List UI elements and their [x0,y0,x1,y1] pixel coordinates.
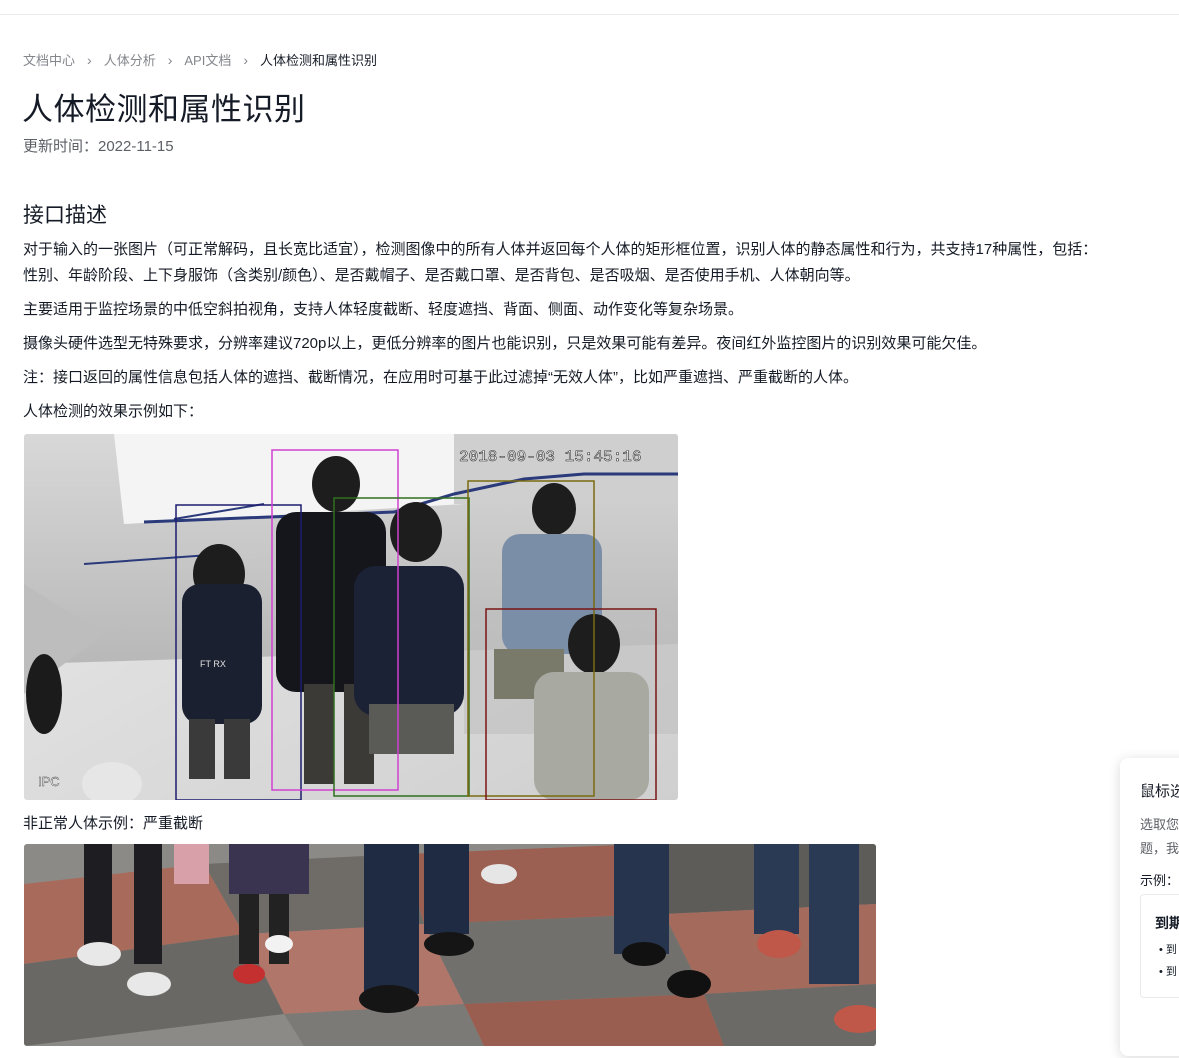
example-box-item: • 到 [1159,944,1177,956]
top-bar [0,0,1179,15]
shirt-print: FT RX [200,659,226,669]
help-card-desc: 选取您 [1140,817,1179,832]
breadcrumb-api-docs[interactable]: API文档 [184,50,231,69]
page-title: 人体检测和属性识别 [22,92,306,127]
description-paragraph: 注：接口返回的属性信息包括人体的遮挡、截断情况，在应用时可基于此过滤掉“无效人体… [23,369,858,386]
description-paragraph: 性别、年龄阶段、上下身服饰（含类别/颜色）、是否戴帽子、是否戴口罩、是否背包、是… [23,267,860,284]
example-box-title: 到期 [1155,915,1179,931]
help-card-title: 鼠标选 [1140,783,1179,800]
updated-time: 更新时间：2022-11-15 [23,138,174,155]
description-paragraph: 对于输入的一张图片（可正常解码，且长宽比适宜），检测图像中的所有人体并返回每个人… [23,241,1098,258]
example-box-item: • 到 [1159,966,1177,978]
chevron-right-icon: › [167,51,173,68]
help-card-example-box: 到期 • 到 • 到 [1140,894,1179,998]
breadcrumb: 文档中心 › 人体分析 › API文档 › 人体检测和属性识别 [23,50,377,69]
chevron-right-icon: › [87,51,92,68]
detection-example-image: 2018-09-03 15:45:16 IPC FT RX [24,434,678,800]
description-paragraph: 摄像头硬件选型无特殊要求，分辨率建议720p以上，更低分辨率的图片也能识别，只是… [23,335,987,352]
help-card-example-label: 示例： [1140,873,1179,888]
help-card-desc: 题，我 [1140,841,1179,856]
chevron-right-icon: › [243,51,249,68]
section-title: 接口描述 [23,204,107,227]
breadcrumb-current: 人体检测和属性识别 [260,53,378,68]
selection-help-card[interactable]: 鼠标选 选取您 题，我 示例： 到期 • 到 • 到 [1120,758,1179,1056]
breadcrumb-body-analysis[interactable]: 人体分析 [104,50,156,69]
description-paragraph: 主要适用于监控场景的中低空斜拍视角，支持人体轻度截断、轻度遮挡、背面、侧面、动作… [23,301,744,318]
breadcrumb-doc-center[interactable]: 文档中心 [23,50,75,69]
watermark-label: IPC [38,774,60,789]
timestamp-label: 2018-09-03 15:45:16 [459,448,641,466]
figure2-caption: 非正常人体示例：严重截断 [23,815,204,832]
truncated-body-example-image [24,844,876,1046]
description-paragraph: 人体检测的效果示例如下： [23,403,204,420]
